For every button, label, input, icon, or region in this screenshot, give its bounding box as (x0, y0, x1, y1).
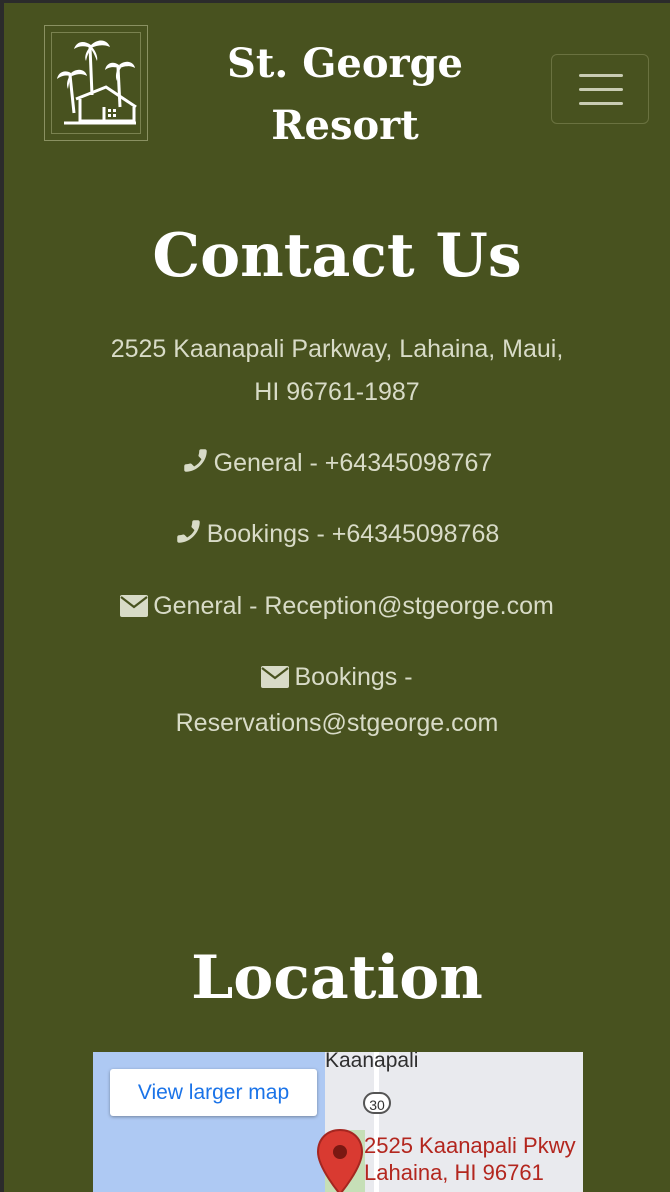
map-place-label: Kaanapali (325, 1052, 419, 1072)
hamburger-icon (579, 74, 623, 77)
phone-general-text: General - +64345098767 (213, 449, 493, 477)
route-shield-icon: 30 (363, 1092, 391, 1114)
email-general[interactable]: General - Reception@stgeorge.com (84, 585, 590, 631)
email-bookings[interactable]: Bookings - Reservations@stgeorge.com (84, 656, 590, 745)
map-address-line1: 2525 Kaanapali Pkwy (364, 1133, 576, 1158)
email-bookings-link[interactable]: Reservations@stgeorge.com (176, 709, 499, 737)
logo[interactable] (44, 25, 148, 141)
email-bookings-label: Bookings - (294, 663, 413, 691)
map-address-line2: Lahaina, HI 96761 (364, 1160, 544, 1185)
email-general-label: General - (153, 592, 265, 620)
phone-icon (182, 445, 209, 488)
phone-icon (175, 516, 202, 559)
contact-heading: Contact Us (152, 221, 522, 291)
view-larger-map-button[interactable]: View larger map (110, 1069, 317, 1116)
page: St. George Resort Contact Us 2525 Kaanap… (4, 3, 670, 1192)
site-title[interactable]: St. George Resort (184, 33, 506, 157)
site-title-line2: Resort (271, 102, 419, 149)
menu-toggle-button[interactable] (551, 54, 649, 124)
envelope-icon (120, 588, 149, 631)
phone-general[interactable]: General - +64345098767 (84, 442, 590, 488)
palm-house-logo-icon (57, 40, 137, 125)
phone-bookings[interactable]: Bookings - +64345098768 (84, 513, 590, 559)
location-map[interactable]: Kaanapali 30 View larger map 2525 Kaanap… (93, 1052, 583, 1192)
address-line-2: HI 96761-1987 (254, 378, 420, 406)
phone-bookings-text: Bookings - +64345098768 (206, 520, 500, 548)
envelope-icon (261, 659, 290, 702)
location-heading: Location (191, 943, 483, 1013)
email-general-link[interactable]: Reception@stgeorge.com (264, 592, 553, 620)
address: 2525 Kaanapali Parkway, Lahaina, Maui, H… (84, 328, 590, 414)
map-pin-icon[interactable] (315, 1128, 365, 1192)
map-address-label: 2525 Kaanapali Pkwy Lahaina, HI 96761 (364, 1132, 576, 1186)
site-title-line1: St. George (227, 40, 463, 87)
address-line-1: 2525 Kaanapali Parkway, Lahaina, Maui, (110, 335, 564, 363)
